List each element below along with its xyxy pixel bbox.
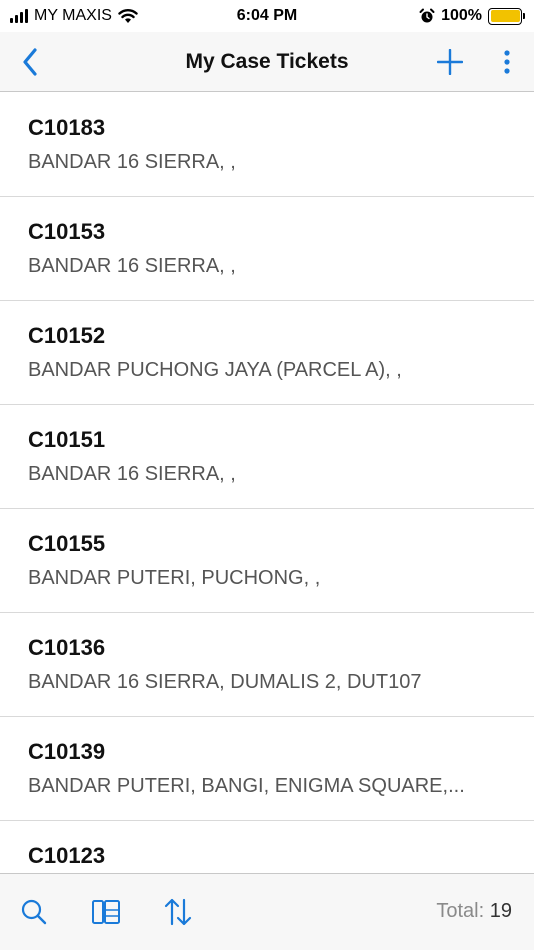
more-options-button[interactable] [492,42,522,82]
ticket-id: C10123 [28,843,106,868]
ticket-row[interactable]: C10152 BANDAR PUCHONG JAYA (PARCEL A), , [0,301,534,405]
ticket-row[interactable]: C10151 BANDAR 16 SIERRA, , [0,405,534,509]
sort-button[interactable] [160,894,196,930]
alarm-clock-icon [419,8,435,23]
layout-button[interactable] [88,894,124,930]
sort-arrows-icon [164,898,192,926]
cellular-signal-icon [10,9,28,23]
split-view-icon [92,900,120,924]
ticket-id: C10151 [28,427,106,452]
ticket-id: C10139 [28,739,106,764]
ticket-id: C10155 [28,531,106,556]
more-vertical-icon [504,50,510,74]
total-count: Total: 19 [436,900,512,923]
ticket-row[interactable]: C10123 [0,821,534,873]
ticket-row[interactable]: C10139 BANDAR PUTERI, BANGI, ENIGMA SQUA… [0,717,534,821]
ticket-list[interactable]: C10183 BANDAR 16 SIERRA, , C10153 BANDAR… [0,93,534,873]
ticket-address: BANDAR PUCHONG JAYA (PARCEL A), , [28,359,402,381]
status-left: MY MAXIS [10,7,419,25]
ticket-id: C10136 [28,635,106,660]
search-icon [21,899,47,925]
status-right: 100% [419,7,525,25]
ticket-address: BANDAR PUTERI, PUCHONG, , [28,567,321,589]
ticket-row[interactable]: C10136 BANDAR 16 SIERRA, DUMALIS 2, DUT1… [0,613,534,717]
ticket-row[interactable]: C10153 BANDAR 16 SIERRA, , [0,197,534,301]
carrier-name: MY MAXIS [34,7,112,24]
ticket-id: C10183 [28,115,106,140]
plus-icon [437,49,463,75]
status-bar: MY MAXIS 6:04 PM 100% [0,0,534,32]
wifi-icon [118,9,138,23]
ticket-address: BANDAR 16 SIERRA, , [28,151,236,173]
ticket-address: BANDAR 16 SIERRA, , [28,255,236,277]
battery-percent: 100% [441,7,482,24]
battery-fill [490,10,520,22]
ticket-id: C10153 [28,219,106,244]
ticket-row[interactable]: C10155 BANDAR PUTERI, PUCHONG, , [0,509,534,613]
ticket-address: BANDAR 16 SIERRA, DUMALIS 2, DUT107 [28,671,422,693]
bottom-toolbar: Total: 19 [0,873,534,950]
chevron-left-icon [23,48,37,76]
ticket-address: BANDAR PUTERI, BANGI, ENIGMA SQUARE,... [28,775,465,797]
add-ticket-button[interactable] [430,42,470,82]
search-button[interactable] [16,894,52,930]
ticket-id: C10152 [28,323,106,348]
total-number: 19 [489,900,512,922]
ticket-address: BANDAR 16 SIERRA, , [28,463,236,485]
total-label: Total: [436,900,485,922]
back-button[interactable] [10,42,50,82]
battery-icon [488,7,525,25]
ticket-row[interactable]: C10183 BANDAR 16 SIERRA, , [0,93,534,197]
navigation-bar: My Case Tickets [0,32,534,92]
